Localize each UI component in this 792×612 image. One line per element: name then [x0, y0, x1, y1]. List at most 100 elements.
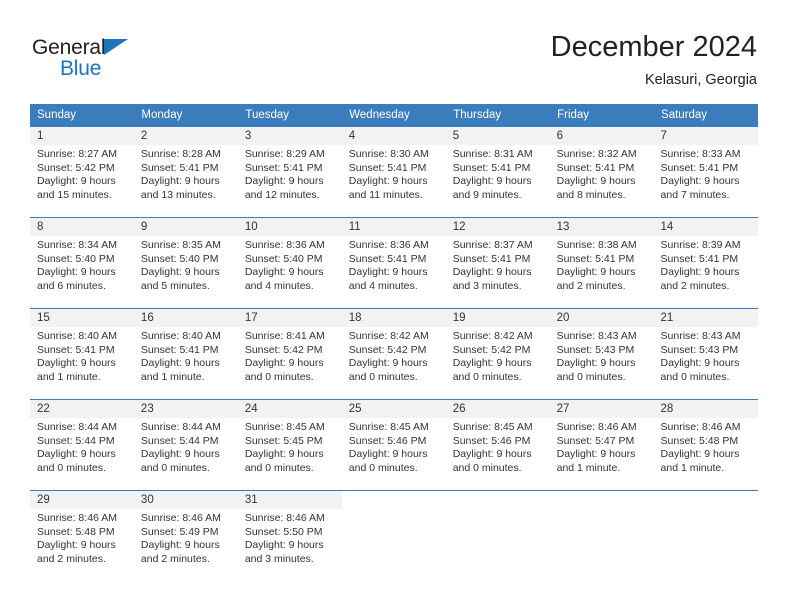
- logo-triangle-icon: [104, 39, 128, 55]
- calendar-day-cell[interactable]: 12 Sunrise: 8:37 AM Sunset: 5:41 PM Dayligh…: [445, 217, 550, 309]
- day-number: 10: [237, 218, 342, 236]
- calendar-day-cell[interactable]: 5 Sunrise: 8:31 AM Sunset: 5:41 PM Daylight…: [445, 126, 550, 218]
- sunrise-text: Sunrise: 8:37 AM: [452, 239, 533, 251]
- calendar-day-cell[interactable]: 29 Sunrise: 8:46 AM Sunset: 5:48 PM Dayligh…: [30, 490, 134, 581]
- daylight-text-line1: Daylight: 9 hours: [452, 448, 532, 460]
- sunrise-text: Sunrise: 8:46 AM: [244, 512, 325, 524]
- calendar-day-cell[interactable]: 9 Sunrise: 8:35 AM Sunset: 5:40 PM Daylight…: [133, 217, 238, 309]
- day-number: 27: [549, 400, 654, 418]
- daylight-text-line1: Daylight: 9 hours: [556, 266, 636, 278]
- calendar-day-cell[interactable]: 25 Sunrise: 8:45 AM Sunset: 5:46 PM Dayligh…: [341, 399, 446, 491]
- daylight-text-line1: Daylight: 9 hours: [348, 266, 428, 278]
- page-title: December 2024: [550, 31, 757, 63]
- calendar-day-cell[interactable]: 15 Sunrise: 8:40 AM Sunset: 5:41 PM Dayligh…: [30, 308, 134, 400]
- calendar-day-cell[interactable]: 8 Sunrise: 8:34 AM Sunset: 5:40 PM Daylight…: [30, 217, 134, 309]
- calendar-day-cell[interactable]: 23 Sunrise: 8:44 AM Sunset: 5:44 PM Dayligh…: [133, 399, 238, 491]
- daylight-text-line2: and 0 minutes.: [348, 461, 418, 474]
- daylight-text-line1: Daylight: 9 hours: [348, 448, 428, 460]
- daylight-text-line1: Daylight: 9 hours: [348, 175, 428, 187]
- calendar-day-cell[interactable]: 27 Sunrise: 8:46 AM Sunset: 5:47 PM Dayligh…: [549, 399, 654, 491]
- calendar-day-cell[interactable]: 18 Sunrise: 8:42 AM Sunset: 5:42 PM Dayligh…: [341, 308, 446, 400]
- day-number: 21: [653, 309, 758, 327]
- calendar-day-cell[interactable]: 17 Sunrise: 8:41 AM Sunset: 5:42 PM Dayligh…: [237, 308, 342, 400]
- sunrise-text: Sunrise: 8:36 AM: [244, 239, 325, 251]
- sunset-text: Sunset: 5:45 PM: [244, 434, 323, 447]
- calendar-day-cell[interactable]: 4 Sunrise: 8:30 AM Sunset: 5:41 PM Daylight…: [341, 126, 446, 218]
- page-header: General Blue December 2024 Kelasuri, Geo…: [0, 0, 792, 100]
- calendar-day-cell[interactable]: 1 Sunrise: 8:27 AM Sunset: 5:42 PM Daylight…: [30, 126, 134, 218]
- sunset-text: Sunset: 5:47 PM: [556, 434, 635, 447]
- day-number: 24: [237, 400, 342, 418]
- daylight-text-line2: and 9 minutes.: [452, 188, 522, 201]
- calendar-day-cell[interactable]: 20 Sunrise: 8:43 AM Sunset: 5:43 PM Dayligh…: [549, 308, 654, 400]
- sunrise-text: Sunrise: 8:40 AM: [140, 330, 221, 342]
- sunset-text: Sunset: 5:41 PM: [452, 161, 531, 174]
- calendar-day-cell[interactable]: 11 Sunrise: 8:36 AM Sunset: 5:41 PM Dayligh…: [341, 217, 446, 309]
- sunset-text: Sunset: 5:41 PM: [37, 343, 115, 356]
- daylight-text-line1: Daylight: 9 hours: [348, 357, 428, 369]
- calendar-day-cell[interactable]: 6 Sunrise: 8:32 AM Sunset: 5:41 PM Daylight…: [549, 126, 654, 218]
- calendar-day-cell[interactable]: 13 Sunrise: 8:38 AM Sunset: 5:41 PM Dayligh…: [549, 217, 654, 309]
- calendar-day-cell[interactable]: 21 Sunrise: 8:43 AM Sunset: 5:43 PM Dayligh…: [653, 308, 758, 400]
- calendar-day-cell[interactable]: 30 Sunrise: 8:46 AM Sunset: 5:49 PM Dayligh…: [133, 490, 238, 581]
- daylight-text-line1: Daylight: 9 hours: [556, 448, 636, 460]
- calendar-day-cell[interactable]: 28 Sunrise: 8:46 AM Sunset: 5:48 PM Dayligh…: [653, 399, 758, 491]
- sunrise-text: Sunrise: 8:45 AM: [348, 421, 429, 433]
- calendar-week-row: 1 Sunrise: 8:27 AM Sunset: 5:42 PM Daylight…: [30, 126, 758, 218]
- sunset-text: Sunset: 5:42 PM: [452, 343, 531, 356]
- sunset-text: Sunset: 5:40 PM: [140, 252, 219, 265]
- daylight-text-line2: and 1 minute.: [140, 370, 205, 383]
- calendar-day-cell[interactable]: 31 Sunrise: 8:46 AM Sunset: 5:50 PM Dayligh…: [237, 490, 342, 581]
- day-number: 15: [30, 309, 134, 327]
- daylight-text-line1: Daylight: 9 hours: [244, 448, 324, 460]
- day-number: 20: [549, 309, 654, 327]
- day-number: 13: [549, 218, 654, 236]
- daylight-text-line2: and 1 minute.: [660, 461, 725, 474]
- calendar-body: 1 Sunrise: 8:27 AM Sunset: 5:42 PM Daylight…: [30, 126, 758, 581]
- day-number: 6: [549, 127, 654, 145]
- day-number: 9: [133, 218, 238, 236]
- daylight-text-line2: and 7 minutes.: [660, 188, 730, 201]
- sunrise-text: Sunrise: 8:27 AM: [37, 148, 117, 160]
- sunset-text: Sunset: 5:46 PM: [348, 434, 427, 447]
- sunset-text: Sunset: 5:41 PM: [140, 161, 219, 174]
- calendar-day-cell-empty: [549, 490, 654, 581]
- sunset-text: Sunset: 5:44 PM: [37, 434, 115, 447]
- daylight-text-line2: and 4 minutes.: [348, 279, 418, 292]
- sunset-text: Sunset: 5:46 PM: [452, 434, 531, 447]
- calendar-day-cell[interactable]: 22 Sunrise: 8:44 AM Sunset: 5:44 PM Dayligh…: [30, 399, 134, 491]
- daylight-text-line1: Daylight: 9 hours: [140, 448, 220, 460]
- calendar-day-cell[interactable]: 26 Sunrise: 8:45 AM Sunset: 5:46 PM Dayligh…: [445, 399, 550, 491]
- sunset-text: Sunset: 5:43 PM: [556, 343, 635, 356]
- sunrise-text: Sunrise: 8:43 AM: [660, 330, 741, 342]
- daylight-text-line2: and 0 minutes.: [556, 370, 626, 383]
- sunrise-text: Sunrise: 8:42 AM: [452, 330, 533, 342]
- calendar-day-cell[interactable]: 2 Sunrise: 8:28 AM Sunset: 5:41 PM Daylight…: [133, 126, 238, 218]
- sunset-text: Sunset: 5:41 PM: [556, 252, 635, 265]
- calendar-day-cell[interactable]: 3 Sunrise: 8:29 AM Sunset: 5:41 PM Daylight…: [237, 126, 342, 218]
- day-number: 28: [653, 400, 758, 418]
- calendar-day-cell[interactable]: 7 Sunrise: 8:33 AM Sunset: 5:41 PM Daylight…: [653, 126, 758, 218]
- calendar-day-cell-empty: [445, 490, 550, 581]
- sunset-text: Sunset: 5:40 PM: [37, 252, 115, 265]
- calendar-day-cell[interactable]: 24 Sunrise: 8:45 AM Sunset: 5:45 PM Dayligh…: [237, 399, 342, 491]
- sunrise-text: Sunrise: 8:35 AM: [140, 239, 221, 251]
- daylight-text-line2: and 5 minutes.: [140, 279, 210, 292]
- sunset-text: Sunset: 5:41 PM: [244, 161, 323, 174]
- sunrise-text: Sunrise: 8:45 AM: [244, 421, 325, 433]
- sunrise-text: Sunrise: 8:38 AM: [556, 239, 637, 251]
- sunrise-text: Sunrise: 8:46 AM: [660, 421, 741, 433]
- day-number: 2: [133, 127, 238, 145]
- weekday-header-wednesday: Wednesday: [341, 104, 447, 127]
- location-subtitle: Kelasuri, Georgia: [644, 72, 757, 88]
- daylight-text-line1: Daylight: 9 hours: [452, 266, 532, 278]
- day-number: 11: [341, 218, 446, 236]
- sunset-text: Sunset: 5:42 PM: [37, 161, 115, 174]
- calendar-day-cell[interactable]: 10 Sunrise: 8:36 AM Sunset: 5:40 PM Dayligh…: [237, 217, 342, 309]
- sunrise-text: Sunrise: 8:45 AM: [452, 421, 533, 433]
- calendar-day-cell[interactable]: 16 Sunrise: 8:40 AM Sunset: 5:41 PM Dayligh…: [133, 308, 238, 400]
- sunrise-text: Sunrise: 8:44 AM: [140, 421, 221, 433]
- calendar-day-cell[interactable]: 14 Sunrise: 8:39 AM Sunset: 5:41 PM Dayligh…: [653, 217, 758, 309]
- weekday-header-sunday: Sunday: [30, 104, 135, 127]
- calendar-day-cell[interactable]: 19 Sunrise: 8:42 AM Sunset: 5:42 PM Dayligh…: [445, 308, 550, 400]
